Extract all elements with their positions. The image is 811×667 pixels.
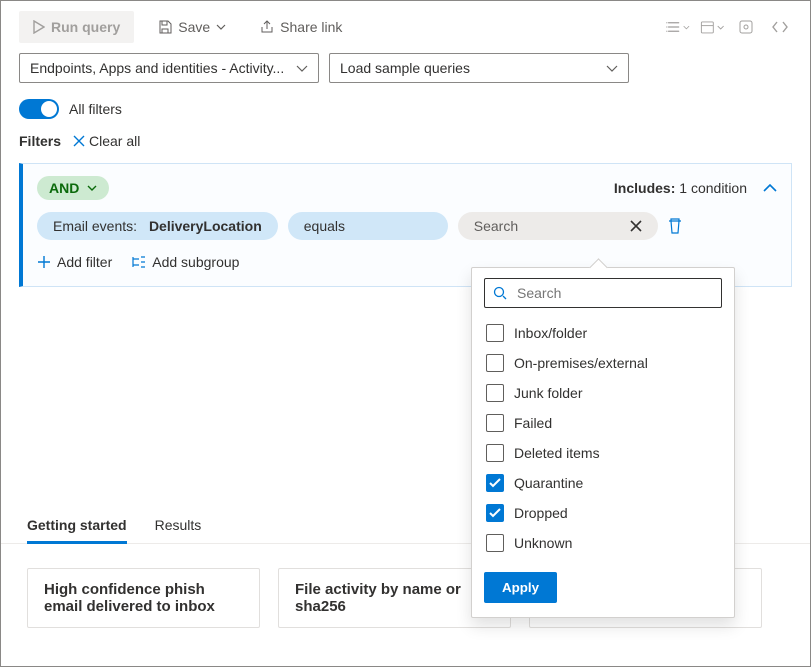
dropdown-option[interactable]: Junk folder (484, 378, 722, 408)
option-label: Junk folder (514, 385, 582, 401)
dropdown-option[interactable]: On-premises/external (484, 348, 722, 378)
option-label: Failed (514, 415, 552, 431)
share-label: Share link (280, 19, 342, 35)
value-placeholder: Search (474, 218, 518, 234)
chevron-down-icon (606, 65, 618, 72)
scope-selector[interactable]: Endpoints, Apps and identities - Activit… (19, 53, 319, 83)
add-filter-button[interactable]: Add filter (37, 254, 112, 270)
list-view-icon[interactable] (666, 15, 690, 39)
code-icon[interactable] (768, 15, 792, 39)
toolbar-right-group (666, 15, 792, 39)
option-label: Unknown (514, 535, 572, 551)
collapse-button[interactable] (763, 184, 777, 192)
selector-row: Endpoints, Apps and identities - Activit… (1, 49, 810, 93)
checkbox[interactable] (486, 474, 504, 492)
option-label: Deleted items (514, 445, 600, 461)
dropdown-option[interactable]: Dropped (484, 498, 722, 528)
logic-operator-label: AND (49, 180, 79, 196)
checkbox[interactable] (486, 324, 504, 342)
clear-all-label: Clear all (89, 133, 140, 149)
add-subgroup-button[interactable]: Add subgroup (130, 254, 239, 270)
clear-all-button[interactable]: Clear all (73, 133, 140, 149)
option-label: Quarantine (514, 475, 583, 491)
tab-getting-started[interactable]: Getting started (27, 507, 127, 543)
filters-title: Filters (19, 133, 61, 149)
add-subgroup-label: Add subgroup (152, 254, 239, 270)
sample-label: Load sample queries (340, 60, 470, 76)
comparison-pill[interactable]: equals (288, 212, 448, 240)
logic-operator-chip[interactable]: AND (37, 176, 109, 200)
value-dropdown: Inbox/folder On-premises/external Junk fol… (471, 267, 735, 618)
dropdown-option[interactable]: Quarantine (484, 468, 722, 498)
checkbox[interactable] (486, 414, 504, 432)
top-toolbar: Run query Save Share link (1, 1, 810, 49)
subgroup-icon (130, 255, 146, 269)
chevron-down-icon (216, 24, 226, 30)
checkbox[interactable] (486, 504, 504, 522)
option-label: Dropped (514, 505, 568, 521)
chevron-up-icon (763, 184, 777, 192)
dropdown-option[interactable]: Unknown (484, 528, 722, 558)
checkbox[interactable] (486, 354, 504, 372)
filters-header: Filters Clear all (1, 125, 810, 157)
close-icon (630, 220, 642, 232)
chevron-down-icon (296, 65, 308, 72)
field-pill[interactable]: Email events: DeliveryLocation (37, 212, 278, 240)
option-label: Inbox/folder (514, 325, 587, 341)
run-query-label: Run query (51, 19, 120, 35)
save-icon (158, 20, 172, 34)
all-filters-label: All filters (69, 101, 122, 117)
calendar-icon[interactable] (700, 15, 724, 39)
all-filters-row: All filters (1, 93, 810, 125)
save-button[interactable]: Save (148, 13, 236, 41)
checkbox[interactable] (486, 384, 504, 402)
settings-icon[interactable] (734, 15, 758, 39)
apply-button[interactable]: Apply (484, 572, 557, 603)
trash-icon (668, 218, 682, 234)
dropdown-search[interactable] (484, 278, 722, 308)
dropdown-option[interactable]: Inbox/folder (484, 318, 722, 348)
scope-label: Endpoints, Apps and identities - Activit… (30, 60, 284, 76)
value-pill[interactable]: Search (458, 212, 658, 240)
plus-icon (37, 255, 51, 269)
suggestion-card[interactable]: High confidence phish email delivered to… (27, 568, 260, 628)
add-filter-label: Add filter (57, 254, 112, 270)
play-icon (33, 20, 45, 34)
condition-row: Email events: DeliveryLocation equals Se… (37, 212, 777, 240)
includes-summary: Includes: 1 condition (614, 180, 747, 196)
search-icon (493, 286, 507, 300)
run-query-button[interactable]: Run query (19, 11, 134, 43)
save-label: Save (178, 19, 210, 35)
all-filters-toggle[interactable] (19, 99, 59, 119)
dropdown-option[interactable]: Deleted items (484, 438, 722, 468)
share-icon (260, 20, 274, 34)
tab-results[interactable]: Results (155, 507, 202, 543)
checkbox[interactable] (486, 444, 504, 462)
option-label: On-premises/external (514, 355, 648, 371)
close-icon (73, 135, 85, 147)
delete-condition-button[interactable] (668, 218, 682, 234)
dropdown-search-input[interactable] (515, 284, 713, 302)
clear-value-button[interactable] (630, 220, 642, 232)
sample-queries-selector[interactable]: Load sample queries (329, 53, 629, 83)
checkbox[interactable] (486, 534, 504, 552)
share-link-button[interactable]: Share link (250, 13, 352, 41)
chevron-down-icon (87, 185, 97, 191)
dropdown-option[interactable]: Failed (484, 408, 722, 438)
